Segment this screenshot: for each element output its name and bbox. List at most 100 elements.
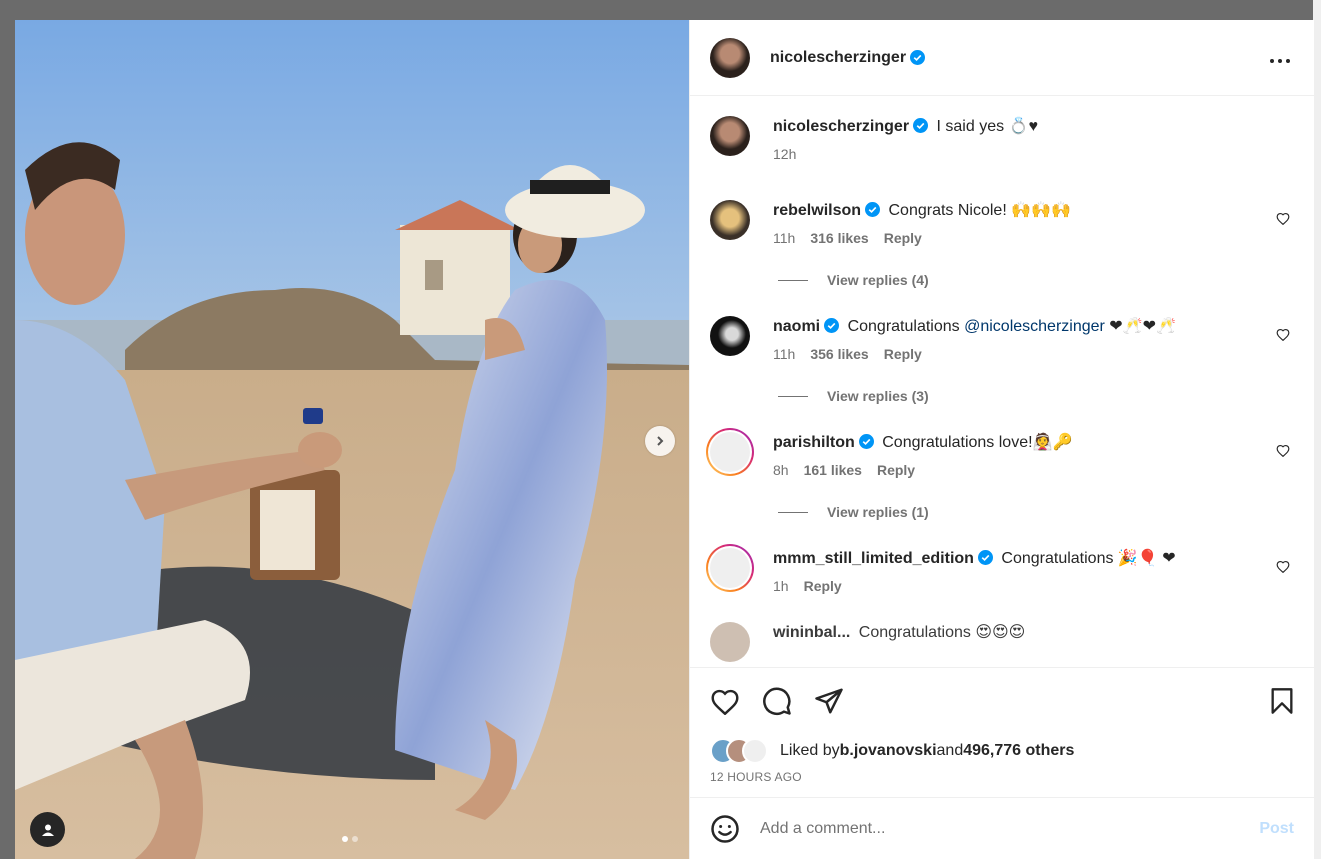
verified-icon bbox=[977, 550, 993, 565]
comment-text: Congrats Nicole! 🙌🙌🙌 bbox=[888, 202, 1071, 219]
avatar[interactable] bbox=[706, 544, 754, 592]
like-comment-heart-icon[interactable] bbox=[1276, 560, 1290, 573]
comments-list[interactable]: nicolescherzinger I said yes 💍♥ 12h rebe… bbox=[690, 96, 1314, 667]
comment-thread: mmm_still_limited_edition Congratulation… bbox=[706, 544, 1294, 594]
reply-button[interactable]: Reply bbox=[877, 462, 915, 478]
post-modal: nicolescherzinger nicolescherzinger I sa… bbox=[15, 20, 1314, 859]
post-header: nicolescherzinger bbox=[690, 20, 1314, 96]
tagged-users-button[interactable] bbox=[30, 812, 65, 847]
comment-time: 8h bbox=[773, 462, 789, 478]
comment-button[interactable] bbox=[762, 686, 792, 716]
comment-text: Congratulations 😍😍😍 bbox=[858, 624, 1026, 641]
share-button[interactable] bbox=[814, 687, 844, 715]
replies-divider bbox=[778, 511, 808, 513]
comment-time: 11h bbox=[773, 230, 796, 246]
replies-divider bbox=[778, 395, 808, 397]
comment-thread: parishilton Congratulations love!👰🔑 8h 1… bbox=[706, 428, 1294, 520]
comment: rebelwilson Congrats Nicole! 🙌🙌🙌 11h 316… bbox=[710, 200, 1294, 246]
like-button[interactable] bbox=[710, 688, 740, 715]
save-button[interactable] bbox=[1270, 687, 1294, 715]
author-username[interactable]: nicolescherzinger bbox=[770, 49, 906, 67]
carousel-indicator bbox=[342, 836, 358, 842]
heart-icon bbox=[711, 689, 739, 715]
share-icon bbox=[815, 688, 843, 714]
replies-divider bbox=[778, 279, 808, 281]
comment-username[interactable]: naomi bbox=[773, 318, 820, 335]
avatar[interactable] bbox=[710, 116, 750, 156]
comment-username[interactable]: parishilton bbox=[773, 434, 855, 451]
view-replies-label: View replies (4) bbox=[827, 272, 929, 288]
comment: parishilton Congratulations love!👰🔑 8h 1… bbox=[706, 428, 1294, 478]
comment-composer: Post bbox=[690, 797, 1314, 859]
view-replies-label: View replies (1) bbox=[827, 504, 929, 520]
verified-icon bbox=[824, 318, 840, 333]
comment: naomi Congratulations @nicolescherzinger… bbox=[710, 316, 1294, 362]
verified-icon bbox=[858, 434, 874, 449]
mention-link[interactable]: @nicolescherzinger bbox=[964, 318, 1105, 335]
post-actions: Liked by b.jovanovski and 496,776 others… bbox=[690, 667, 1314, 797]
comment-likes[interactable]: 356 likes bbox=[810, 346, 868, 362]
comment-likes[interactable]: 316 likes bbox=[810, 230, 868, 246]
avatar bbox=[742, 738, 768, 764]
carousel-dot bbox=[352, 836, 358, 842]
comment-text-suffix: ❤🥂❤🥂 bbox=[1104, 318, 1176, 335]
user-tag-icon bbox=[41, 824, 54, 836]
comment-username[interactable]: mmm_still_limited_edition bbox=[773, 550, 974, 567]
comment-text: Congratulations love!👰🔑 bbox=[882, 434, 1073, 451]
avatar[interactable] bbox=[710, 622, 750, 662]
avatar[interactable] bbox=[710, 37, 750, 78]
liker-avatars bbox=[710, 738, 768, 764]
avatar[interactable] bbox=[710, 316, 750, 356]
liker-username[interactable]: b.jovanovski bbox=[840, 742, 937, 760]
more-icon bbox=[1270, 59, 1290, 63]
comment-thread: rebelwilson Congrats Nicole! 🙌🙌🙌 11h 316… bbox=[710, 200, 1294, 288]
comment-input[interactable] bbox=[760, 819, 1260, 838]
emoji-icon bbox=[711, 814, 739, 843]
caption-time: 12h bbox=[773, 146, 797, 162]
view-replies-button[interactable]: View replies (3) bbox=[778, 388, 1294, 404]
comment-time: 1h bbox=[773, 578, 789, 594]
likes-count[interactable]: 496,776 others bbox=[963, 742, 1074, 760]
carousel-dot bbox=[342, 836, 348, 842]
verified-icon bbox=[910, 50, 926, 65]
caption-username[interactable]: nicolescherzinger bbox=[773, 118, 909, 135]
likes-summary[interactable]: Liked by b.jovanovski and 496,776 others bbox=[710, 738, 1294, 764]
comment-icon bbox=[763, 687, 791, 715]
post-sidebar: nicolescherzinger nicolescherzinger I sa… bbox=[689, 20, 1314, 859]
like-comment-heart-icon[interactable] bbox=[1276, 212, 1290, 225]
caption: nicolescherzinger I said yes 💍♥ 12h bbox=[710, 116, 1294, 162]
emoji-button[interactable] bbox=[710, 814, 740, 844]
reply-button[interactable]: Reply bbox=[804, 578, 842, 594]
like-comment-heart-icon[interactable] bbox=[1276, 328, 1290, 341]
bookmark-icon bbox=[1271, 688, 1293, 714]
post-author[interactable]: nicolescherzinger bbox=[710, 37, 926, 78]
comment-time: 11h bbox=[773, 346, 796, 362]
post-timestamp: 12 HOURS AGO bbox=[710, 770, 802, 784]
likes-middle: and bbox=[936, 742, 964, 759]
post-media bbox=[15, 20, 689, 859]
comment-username[interactable]: rebelwilson bbox=[773, 202, 861, 219]
view-replies-button[interactable]: View replies (1) bbox=[778, 504, 1294, 520]
chevron-right-icon bbox=[657, 436, 664, 446]
verified-icon bbox=[913, 118, 929, 133]
next-image-button[interactable] bbox=[645, 426, 675, 456]
verified-icon bbox=[865, 202, 881, 217]
background-page bbox=[1313, 0, 1321, 859]
avatar[interactable] bbox=[710, 200, 750, 240]
post-comment-button[interactable]: Post bbox=[1259, 820, 1294, 838]
comment-likes[interactable]: 161 likes bbox=[804, 462, 862, 478]
post-photo bbox=[15, 20, 689, 859]
view-replies-button[interactable]: View replies (4) bbox=[778, 272, 1294, 288]
comment-thread: naomi Congratulations @nicolescherzinger… bbox=[710, 316, 1294, 404]
reply-button[interactable]: Reply bbox=[884, 230, 922, 246]
comment-text: Congratulations bbox=[847, 318, 965, 335]
more-options-button[interactable] bbox=[1266, 42, 1294, 73]
view-replies-label: View replies (3) bbox=[827, 388, 929, 404]
like-comment-heart-icon[interactable] bbox=[1276, 444, 1290, 457]
reply-button[interactable]: Reply bbox=[884, 346, 922, 362]
avatar[interactable] bbox=[706, 428, 754, 476]
comment-username[interactable]: wininbal... bbox=[773, 624, 850, 641]
caption-text: I said yes 💍♥ bbox=[936, 118, 1038, 135]
comment-text: Congratulations 🎉🎈 ❤ bbox=[1001, 550, 1176, 567]
comment: wininbal... Congratulations 😍😍😍 bbox=[710, 622, 1294, 662]
